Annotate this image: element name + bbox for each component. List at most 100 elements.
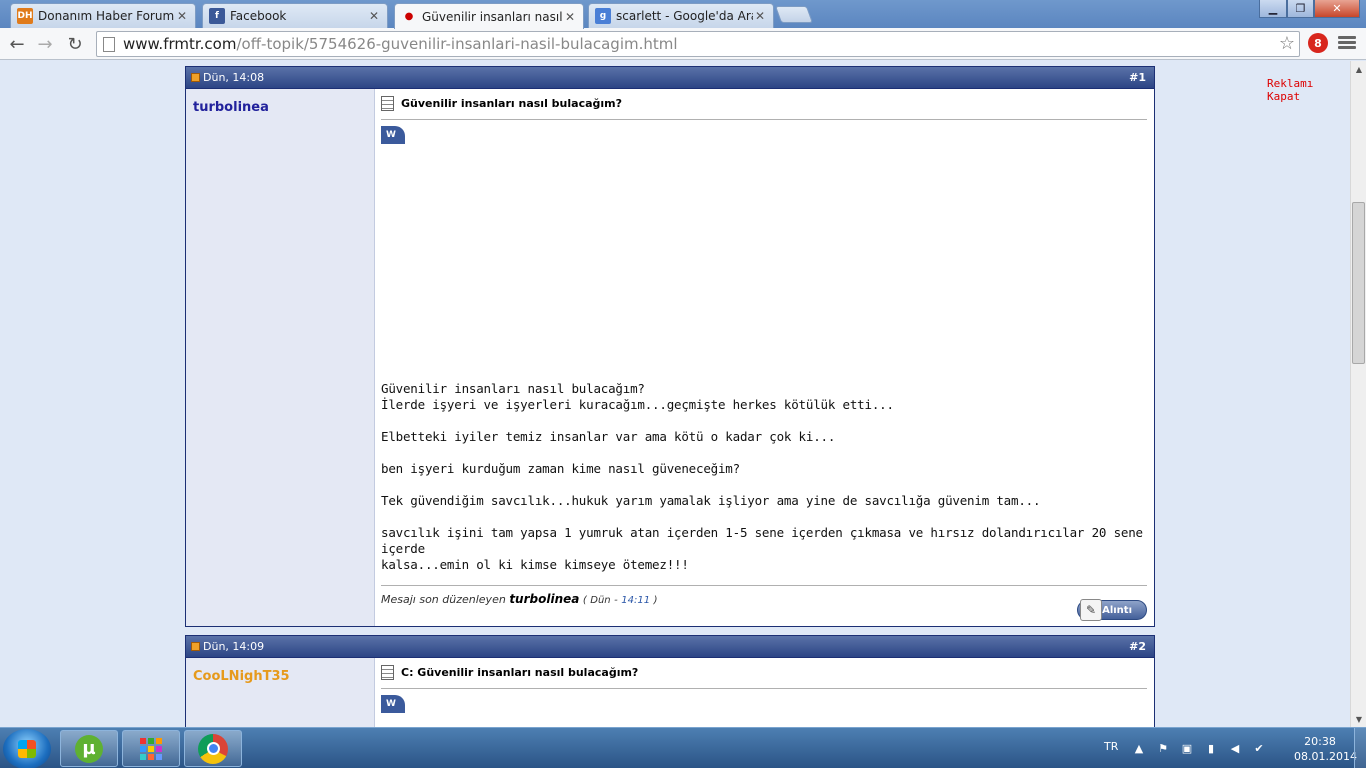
message-line: İlerde işyeri ve işyerleri kuracağım...g…: [381, 397, 894, 412]
action-center-flag-icon[interactable]: ⚑: [1156, 741, 1170, 755]
tray-app-icon[interactable]: ▣: [1180, 741, 1194, 755]
tab-facebook[interactable]: f Facebook ✕: [202, 3, 388, 28]
edit-note: Mesajı son düzenleyen turbolinea ( Dün -…: [381, 585, 1147, 606]
post-date: Dün, 14:09: [203, 640, 265, 653]
document-icon: [381, 95, 394, 111]
utorrent-icon: µ: [75, 734, 103, 763]
post-message: Güvenilir insanları nasıl bulacağım? İle…: [381, 381, 1147, 573]
tab-close-icon[interactable]: ✕: [175, 9, 189, 23]
post-content: Güvenilir insanları nasıl bulacağım? W G…: [375, 89, 1154, 626]
taskbar-chrome[interactable]: [184, 730, 242, 767]
browser-toolbar: ← → ↻ www.frmtr.com/off-topik/5754626-gu…: [0, 28, 1366, 60]
extension-badge-icon[interactable]: 8: [1308, 33, 1328, 53]
vertical-scrollbar[interactable]: ▲ ▼: [1350, 61, 1366, 727]
maximize-button[interactable]: ❐: [1287, 0, 1314, 18]
post-date: Dün, 14:08: [203, 71, 265, 84]
dh-favicon-icon: DH: [17, 8, 33, 24]
message-line: ben işyeri kurduğum zaman kime nasıl güv…: [381, 461, 740, 476]
tab-close-icon[interactable]: ✕: [753, 9, 767, 23]
close-window-button[interactable]: ✕: [1314, 0, 1360, 18]
language-indicator[interactable]: TR: [1104, 740, 1118, 753]
edit-note-time: 14:11: [621, 595, 651, 606]
message-line: savcılık işini tam yapsa 1 yumruk atan i…: [381, 525, 1143, 556]
quote-button-label: Alıntı: [1102, 604, 1132, 616]
pencil-icon: ✎: [1080, 599, 1102, 621]
post-date-icon: [191, 642, 200, 651]
volume-icon[interactable]: ◀: [1228, 741, 1242, 755]
frmtr-favicon-icon: ●: [404, 11, 414, 22]
windows-logo-icon: [18, 740, 36, 758]
post-title-text: Güvenilir insanları nasıl bulacağım?: [401, 96, 623, 110]
show-desktop-button[interactable]: [1354, 728, 1366, 768]
w-badge-icon: W: [381, 126, 405, 144]
facebook-favicon-icon: f: [209, 8, 225, 24]
bookmark-star-icon[interactable]: ☆: [1279, 33, 1295, 54]
edit-note-day: Dün: [590, 595, 611, 606]
tab-title: Güvenilir insanları nasıl bu: [422, 9, 563, 24]
scroll-thumb[interactable]: [1352, 202, 1365, 364]
post-user-panel: turbolinea: [186, 89, 375, 626]
forward-arrow-icon[interactable]: →: [32, 32, 58, 56]
edit-note-user[interactable]: turbolinea: [509, 592, 579, 606]
windows-taskbar: µ TR ▲ ⚑ ▣ ▮ ◀ ✔ 20:38 08.01.2014: [0, 727, 1366, 768]
post-content: C: Güvenilir insanları nasıl bulacağım? …: [375, 658, 1154, 727]
tab-title: Donanım Haber Forum: [38, 9, 175, 23]
forum-post: Dün, 14:08 #1 turbolinea Güvenilir insan…: [185, 66, 1155, 627]
tab-guvenilir-insanlar[interactable]: ● Güvenilir insanları nasıl bu ✕: [394, 3, 584, 29]
start-button[interactable]: [3, 729, 51, 768]
quote-button[interactable]: ✎ Alıntı: [1077, 599, 1147, 621]
post-header: Dün, 14:08 #1: [186, 67, 1154, 89]
post-user-panel: CooLNighT35: [186, 658, 375, 727]
message-line: Tek güvendiğim savcılık...hukuk yarım ya…: [381, 493, 1041, 508]
tab-title: scarlett - Google'da Ara: [616, 9, 753, 23]
scroll-down-icon[interactable]: ▼: [1351, 711, 1366, 727]
tab-close-icon[interactable]: ✕: [563, 10, 577, 24]
scroll-up-icon[interactable]: ▲: [1351, 61, 1366, 77]
post-number-link[interactable]: #1: [1129, 71, 1146, 84]
post-date-icon: [191, 73, 200, 82]
taskbar-utorrent[interactable]: µ: [60, 730, 118, 767]
tab-close-icon[interactable]: ✕: [367, 9, 381, 23]
sync-icon[interactable]: ✔: [1252, 741, 1266, 755]
page-icon: [103, 36, 115, 52]
system-clock[interactable]: 20:38 08.01.2014: [1294, 734, 1357, 764]
message-line: kalsa...emin ol ki kimse kimseye ötemez!…: [381, 557, 689, 572]
clock-time: 20:38: [1304, 735, 1336, 748]
embedded-content-area: [381, 144, 1147, 381]
page-viewport: Reklamı Kapat Dün, 14:08 #1 turbolinea G…: [0, 61, 1350, 727]
google-favicon-icon: g: [595, 8, 611, 24]
taskbar-apps[interactable]: [122, 730, 180, 767]
edit-note-prefix: Mesajı son düzenleyen: [381, 593, 506, 606]
network-signal-icon[interactable]: ▮: [1204, 741, 1218, 755]
post-title: Güvenilir insanları nasıl bulacağım?: [381, 94, 1147, 112]
url-path: /off-topik/5754626-guvenilir-insanlari-n…: [236, 35, 678, 53]
url-host: www.frmtr.com: [123, 35, 237, 53]
reload-icon[interactable]: ↻: [62, 32, 88, 56]
post-number-link[interactable]: #2: [1129, 640, 1146, 653]
minimize-button[interactable]: ▁: [1259, 0, 1287, 18]
username-link[interactable]: turbolinea: [193, 100, 269, 115]
message-line: Elbetteki iyiler temiz insanlar var ama …: [381, 429, 836, 444]
menu-icon[interactable]: [1338, 34, 1356, 52]
apps-grid-icon: [140, 737, 162, 760]
new-tab-button[interactable]: [774, 6, 814, 23]
w-badge-icon: W: [381, 695, 405, 713]
clock-date: 08.01.2014: [1294, 750, 1357, 763]
browser-tab-strip: DH Donanım Haber Forum ✕ f Facebook ✕ ● …: [0, 0, 1366, 29]
tab-title: Facebook: [230, 9, 287, 23]
message-line: Güvenilir insanları nasıl bulacağım?: [381, 381, 645, 396]
tab-google-search[interactable]: g scarlett - Google'da Ara ✕: [588, 3, 774, 28]
post-title: C: Güvenilir insanları nasıl bulacağım?: [381, 663, 1147, 681]
tray-expand-icon[interactable]: ▲: [1132, 741, 1146, 755]
address-bar[interactable]: www.frmtr.com/off-topik/5754626-guvenili…: [96, 31, 1300, 57]
username-link[interactable]: CooLNighT35: [193, 669, 290, 684]
post-header: Dün, 14:09 #2: [186, 636, 1154, 658]
back-arrow-icon[interactable]: ←: [4, 32, 30, 56]
divider: [381, 119, 1147, 120]
chrome-icon: [198, 733, 228, 764]
tab-donanim-haber[interactable]: DH Donanım Haber Forum ✕: [10, 3, 196, 28]
ad-close-link[interactable]: Reklamı Kapat: [1267, 77, 1350, 103]
document-icon: [381, 664, 394, 680]
divider: [381, 688, 1147, 689]
forum-post: Dün, 14:09 #2 CooLNighT35 C: Güvenilir i…: [185, 635, 1155, 727]
